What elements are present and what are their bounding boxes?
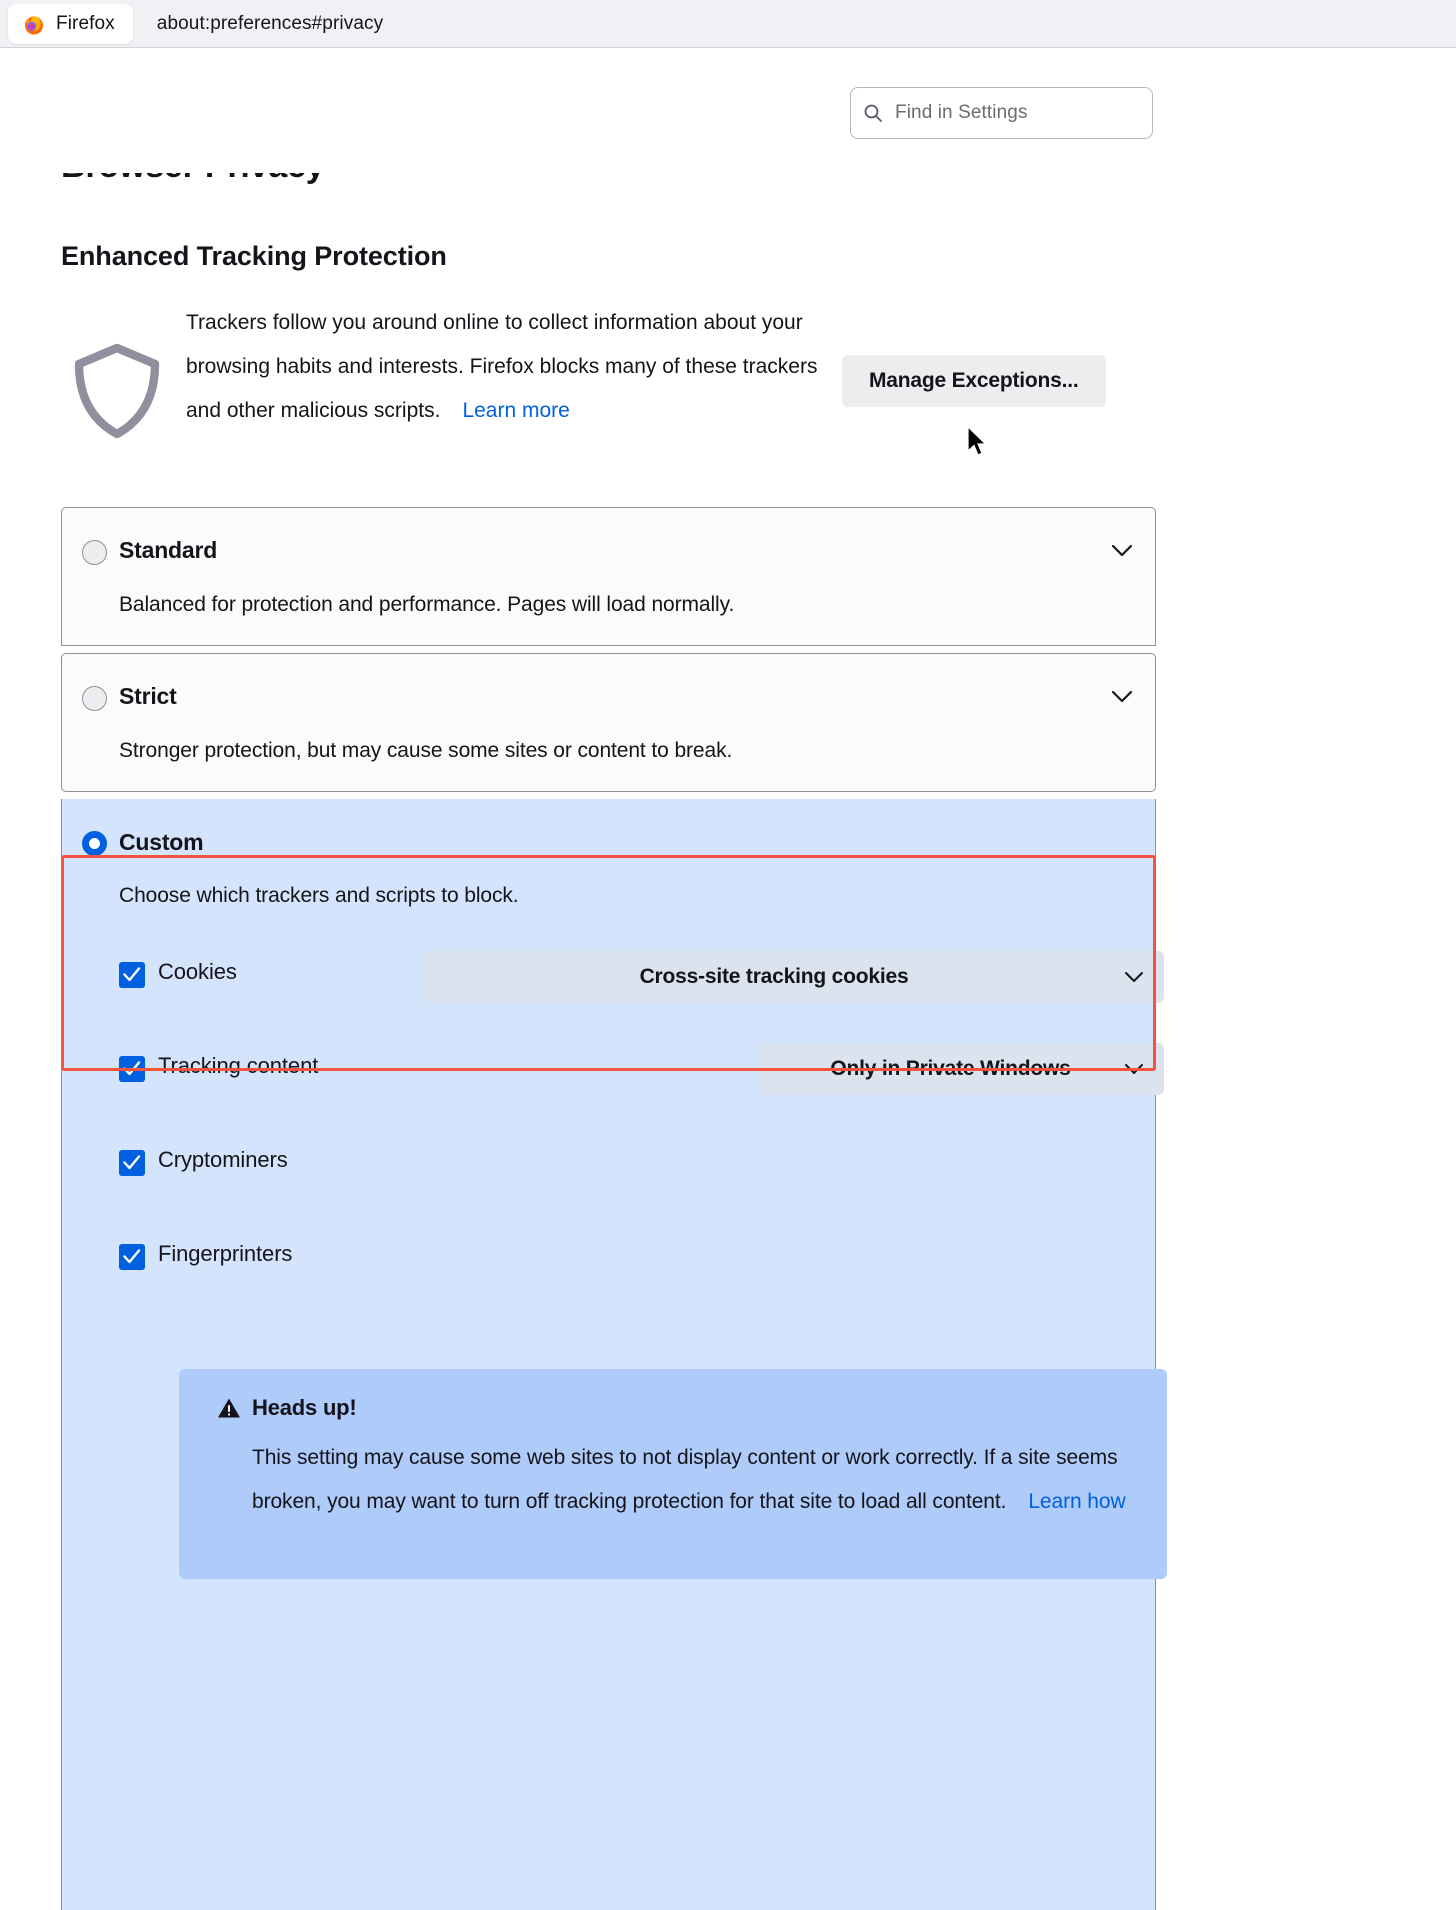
manage-exceptions-button[interactable]: Manage Exceptions... <box>842 355 1106 407</box>
chevron-down-icon <box>1125 1064 1143 1074</box>
checkbox-tracking-content[interactable] <box>119 1056 145 1082</box>
heads-up-title: Heads up! <box>252 1395 357 1420</box>
warning-icon <box>218 1398 240 1418</box>
learn-how-link[interactable]: Learn how <box>1028 1490 1125 1513</box>
etp-level-custom-head: Custom Choose which trackers and scripts… <box>62 799 1155 924</box>
option-row-tracking-content: Tracking content Only in Private Windows <box>62 1043 1164 1114</box>
check-icon <box>123 1061 141 1076</box>
check-icon <box>123 967 141 982</box>
heads-up-body-text: This setting may cause some web sites to… <box>252 1446 1118 1513</box>
option-label-fingerprinters: Fingerprinters <box>158 1241 293 1266</box>
etp-level-strict[interactable]: Strict Stronger protection, but may caus… <box>61 653 1156 792</box>
dropdown-cookies[interactable]: Cross-site tracking cookies <box>424 951 1164 1003</box>
preferences-page: Find in Settings Browser Privacy Enhance… <box>0 49 1456 1910</box>
dropdown-tracking-content[interactable]: Only in Private Windows <box>759 1043 1164 1095</box>
etp-level-standard-description: Balanced for protection and performance.… <box>119 593 735 616</box>
search-placeholder: Find in Settings <box>895 102 1028 123</box>
radio-standard[interactable] <box>82 540 107 565</box>
heads-up-notice: Heads up! This setting may cause some we… <box>179 1369 1167 1579</box>
etp-level-strict-head: Strict <box>62 654 1155 734</box>
page-title: Browser Privacy <box>61 147 325 185</box>
check-icon <box>123 1249 141 1264</box>
option-row-fingerprinters: Fingerprinters <box>62 1241 1157 1302</box>
search-container: Find in Settings <box>850 87 1153 139</box>
radio-custom[interactable] <box>82 831 107 856</box>
dropdown-tracking-content-value: Only in Private Windows <box>830 1057 1071 1080</box>
etp-level-custom-label: Custom <box>119 829 204 855</box>
checkbox-cryptominers[interactable] <box>119 1150 145 1176</box>
checkbox-cookies[interactable] <box>119 962 145 988</box>
option-label-cookies: Cookies <box>158 959 237 984</box>
radio-strict[interactable] <box>82 686 107 711</box>
check-icon <box>123 1155 141 1170</box>
option-row-cryptominers: Cryptominers <box>62 1147 1157 1208</box>
browser-app-tab[interactable]: Firefox <box>8 3 133 44</box>
shield-icon <box>74 343 160 439</box>
etp-level-standard[interactable]: Standard Balanced for protection and per… <box>61 507 1156 646</box>
search-input[interactable]: Find in Settings <box>850 87 1153 139</box>
address-bar-url[interactable]: about:preferences#privacy <box>157 13 383 35</box>
chevron-down-icon[interactable] <box>1111 544 1133 557</box>
option-label-tracking-content: Tracking content <box>158 1053 319 1078</box>
etp-level-standard-head: Standard <box>62 508 1155 588</box>
etp-level-custom[interactable]: Custom Choose which trackers and scripts… <box>61 799 1167 1910</box>
etp-description: Trackers follow you around online to col… <box>186 301 846 433</box>
etp-level-strict-description: Stronger protection, but may cause some … <box>119 739 733 762</box>
etp-level-standard-label: Standard <box>119 537 218 563</box>
checkbox-fingerprinters[interactable] <box>119 1244 145 1270</box>
option-row-cookies: Cookies Cross-site tracking cookies <box>62 951 1164 1020</box>
etp-heading: Enhanced Tracking Protection <box>61 241 447 271</box>
mouse-cursor <box>967 426 987 456</box>
chevron-down-icon <box>1125 972 1143 982</box>
etp-level-strict-label: Strict <box>119 683 177 709</box>
browser-chrome-bar: Firefox about:preferences#privacy <box>0 0 1456 48</box>
etp-level-custom-description: Choose which trackers and scripts to blo… <box>119 884 519 907</box>
heads-up-body: This setting may cause some web sites to… <box>252 1436 1132 1524</box>
dropdown-cookies-value: Cross-site tracking cookies <box>639 965 909 988</box>
browser-app-name: Firefox <box>56 12 115 34</box>
firefox-logo-icon <box>25 16 43 34</box>
option-label-cryptominers: Cryptominers <box>158 1147 288 1172</box>
search-icon <box>864 104 882 122</box>
chevron-down-icon[interactable] <box>1111 690 1133 703</box>
learn-more-link[interactable]: Learn more <box>462 399 569 422</box>
